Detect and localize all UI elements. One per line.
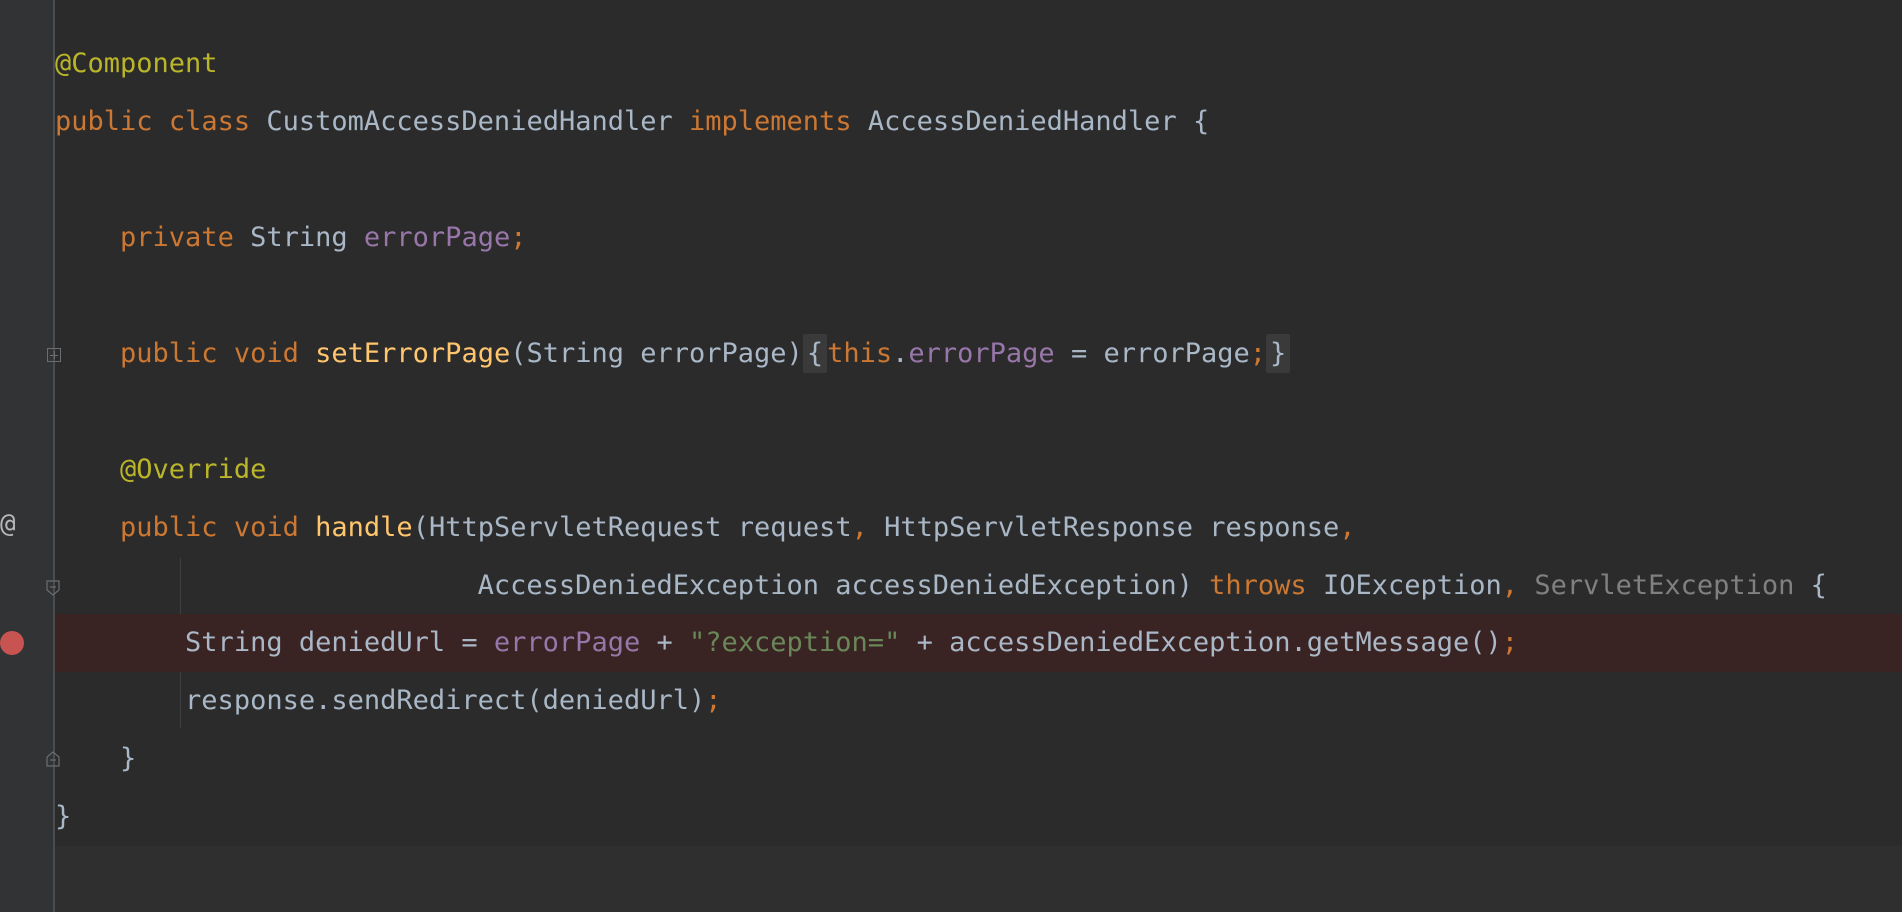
keyword-private: private: [120, 222, 234, 253]
folded-open-brace[interactable]: {: [802, 334, 828, 373]
class-name: CustomAccessDeniedHandler: [266, 106, 673, 137]
code-line-13[interactable]: }: [55, 730, 1902, 788]
method-seterrorpage: setErrorPage: [315, 338, 511, 369]
declaration: String deniedUrl =: [185, 627, 494, 658]
keyword-throws: throws: [1209, 570, 1307, 601]
code-line-6[interactable]: public void setErrorPage(String errorPag…: [55, 325, 1902, 383]
code-editor[interactable]: @Component public class CustomAccessDeni…: [55, 0, 1902, 912]
expression-rest: + accessDeniedException.getMessage(): [900, 627, 1502, 658]
keyword-implements: implements: [689, 106, 852, 137]
dot: .: [892, 338, 909, 369]
code-line-11-breakpoint[interactable]: String deniedUrl = errorPage + "?excepti…: [55, 614, 1902, 672]
comma: ,: [851, 512, 868, 543]
code-line-1[interactable]: @Component: [55, 35, 1902, 93]
open-brace: {: [1810, 570, 1827, 601]
keyword-public: public: [120, 512, 218, 543]
annotation-override: @Override: [120, 454, 267, 485]
semicolon: ;: [1249, 338, 1267, 369]
keyword-public: public: [55, 106, 153, 137]
param-exception: AccessDeniedException accessDeniedExcept…: [477, 570, 1193, 601]
semicolon: ;: [705, 685, 722, 716]
code-line-14[interactable]: }: [55, 788, 1902, 846]
string-literal: "?exception=": [689, 627, 901, 658]
semicolon: ;: [510, 222, 527, 253]
semicolon: ;: [1501, 627, 1519, 658]
annotation-component: @Component: [55, 48, 218, 79]
code-line-10[interactable]: AccessDeniedException accessDeniedExcept…: [55, 557, 1902, 615]
folded-close-brace[interactable]: }: [1266, 334, 1291, 373]
type-string: String: [250, 222, 348, 253]
interface-name: AccessDeniedHandler: [867, 106, 1177, 137]
plus: +: [640, 627, 689, 658]
keyword-public: public: [120, 338, 218, 369]
method-params: (String errorPage): [510, 338, 803, 369]
exception-servletexception: ServletException: [1534, 570, 1795, 601]
code-line-2[interactable]: public class CustomAccessDeniedHandler i…: [55, 93, 1902, 151]
code-line-4[interactable]: private String errorPage;: [55, 209, 1902, 267]
assignment: = errorPage: [1054, 338, 1250, 369]
editor-gutter: [0, 0, 54, 912]
param-response: HttpServletResponse response: [867, 512, 1340, 543]
comma: ,: [1339, 512, 1356, 543]
breakpoint-icon[interactable]: [0, 631, 24, 655]
keyword-class: class: [168, 106, 251, 137]
field-errorpage: errorPage: [908, 338, 1055, 369]
keyword-void: void: [233, 512, 299, 543]
keyword-this: this: [827, 338, 893, 369]
close-brace: }: [120, 743, 137, 774]
keyword-void: void: [233, 338, 299, 369]
fold-start-icon[interactable]: [46, 580, 60, 596]
override-marker-icon[interactable]: @: [0, 509, 16, 539]
end-of-file-area: [55, 846, 1902, 912]
redirect-call: response.sendRedirect(deniedUrl): [185, 685, 706, 716]
field-errorpage: errorPage: [493, 627, 641, 658]
method-handle: handle: [315, 512, 413, 543]
close-brace: }: [55, 801, 72, 832]
param-request: (HttpServletRequest request: [412, 512, 852, 543]
code-line-9[interactable]: public void handle(HttpServletRequest re…: [55, 499, 1902, 557]
fold-end-icon[interactable]: [46, 751, 60, 767]
field-errorpage: errorPage: [363, 222, 511, 253]
fold-expand-icon[interactable]: [47, 348, 61, 362]
comma: ,: [1501, 570, 1519, 601]
open-brace: {: [1192, 106, 1210, 137]
exception-ioexception: IOException: [1322, 570, 1502, 601]
code-line-8[interactable]: @Override: [55, 441, 1902, 499]
code-line-12[interactable]: response.sendRedirect(deniedUrl);: [55, 672, 1902, 730]
